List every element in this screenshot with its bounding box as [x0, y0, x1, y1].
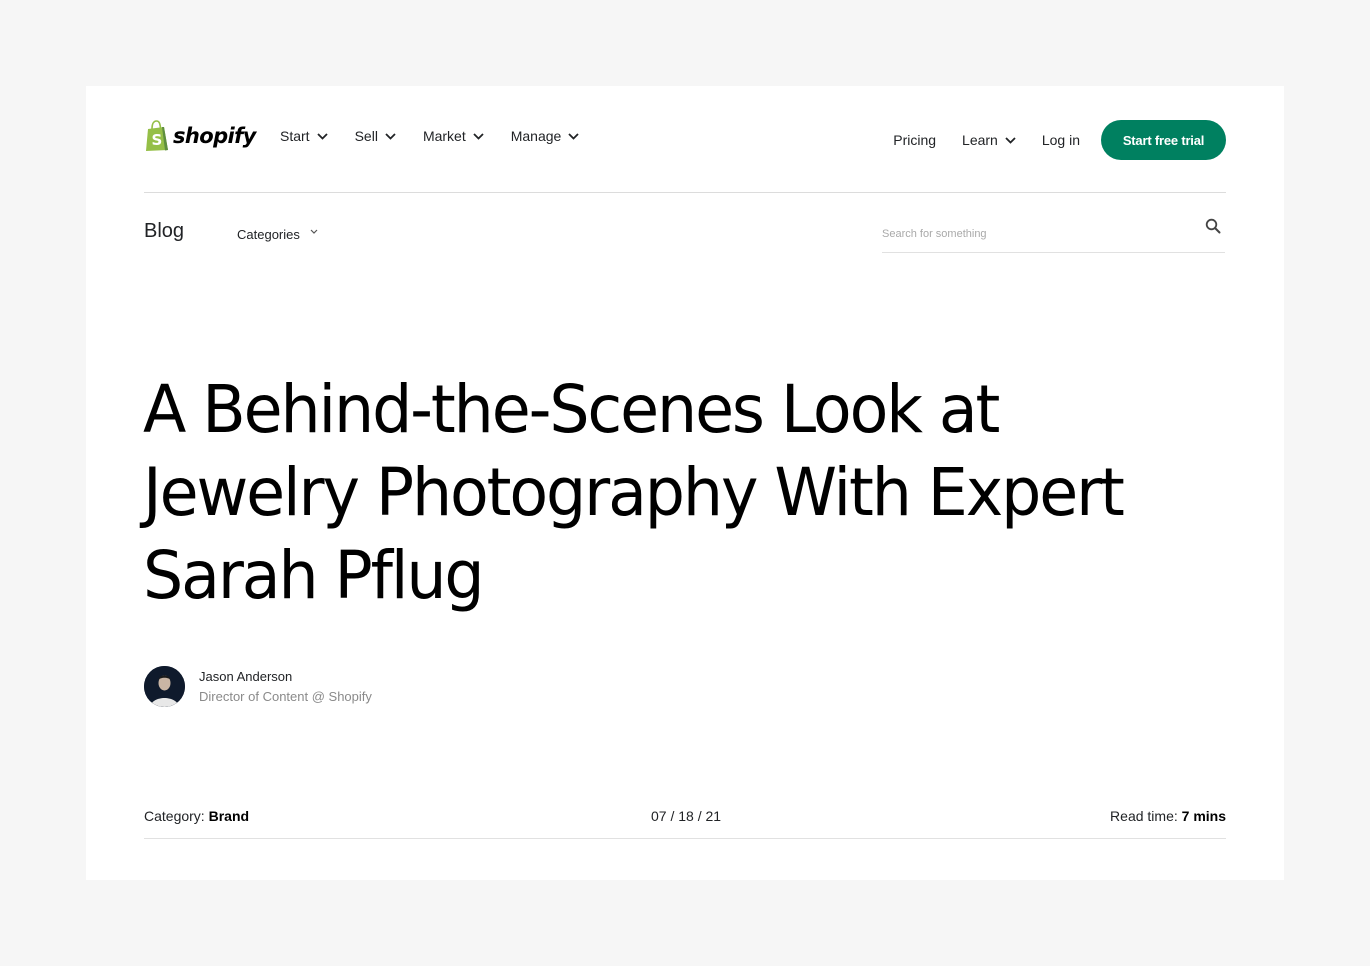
read-time-value: 7 mins: [1181, 808, 1226, 824]
nav-start[interactable]: Start: [280, 128, 328, 144]
shopify-logo[interactable]: S shopify: [144, 120, 256, 152]
nav-login-label: Log in: [1041, 132, 1080, 148]
author-avatar[interactable]: [144, 666, 185, 707]
header-divider: [144, 192, 1226, 193]
category-label: Category:: [144, 808, 205, 824]
author-info: Jason Anderson Director of Content @ Sho…: [199, 667, 372, 707]
nav-manage[interactable]: Manage: [511, 128, 580, 144]
nav-start-label: Start: [280, 128, 310, 144]
article-title: A Behind-the-Scenes Look at Jewelry Phot…: [143, 371, 1125, 614]
author-name[interactable]: Jason Anderson: [199, 667, 372, 687]
nav-manage-label: Manage: [510, 128, 562, 144]
search-icon[interactable]: [1205, 218, 1221, 234]
brand-wordmark: shopify: [173, 124, 256, 148]
publish-date: 07 / 18 / 21: [651, 808, 722, 824]
page-card: S shopify Start Sell Market Manage Prici…: [86, 86, 1284, 880]
nav-sell[interactable]: Sell: [355, 128, 396, 144]
chevron-down-icon: [316, 132, 328, 140]
shopping-bag-icon: S: [146, 120, 168, 151]
nav-login[interactable]: Log in: [1042, 132, 1080, 148]
primary-nav: Start Sell Market Manage: [280, 128, 606, 144]
secondary-nav: Pricing Learn Log in Start free trial: [867, 120, 1226, 160]
category-value[interactable]: Brand: [209, 808, 249, 824]
chevron-down-icon: [473, 132, 484, 140]
read-time-label: Read time:: [1110, 808, 1178, 824]
author-block: Jason Anderson Director of Content @ Sho…: [144, 666, 372, 707]
top-navigation: S shopify Start Sell Market Manage Prici…: [144, 118, 1226, 162]
author-role: Director of Content @ Shopify: [199, 688, 372, 704]
nav-learn[interactable]: Learn: [962, 132, 1016, 148]
meta-category: Category: Brand: [144, 808, 249, 824]
categories-label: Categories: [237, 227, 300, 242]
start-free-trial-button[interactable]: Start free trial: [1101, 120, 1226, 160]
nav-sell-label: Sell: [354, 128, 378, 144]
nav-market[interactable]: Market: [423, 128, 484, 144]
nav-learn-label: Learn: [962, 132, 998, 148]
chevron-down-icon: [310, 229, 318, 234]
person-icon: [144, 666, 185, 707]
nav-market-label: Market: [422, 128, 466, 144]
blog-title[interactable]: Blog: [144, 220, 184, 243]
read-time: Read time: 7 mins: [1110, 808, 1226, 824]
nav-pricing[interactable]: Pricing: [893, 132, 936, 148]
nav-pricing-label: Pricing: [893, 132, 937, 148]
article-meta: Category: Brand 07 / 18 / 21 Read time: …: [144, 806, 1226, 839]
svg-text:S: S: [152, 131, 163, 149]
chevron-down-icon: [385, 132, 396, 140]
blog-search: [882, 214, 1225, 253]
chevron-down-icon: [568, 132, 579, 140]
chevron-down-icon: [1005, 136, 1016, 144]
search-input[interactable]: [882, 228, 1182, 240]
categories-dropdown[interactable]: Categories: [237, 227, 318, 242]
